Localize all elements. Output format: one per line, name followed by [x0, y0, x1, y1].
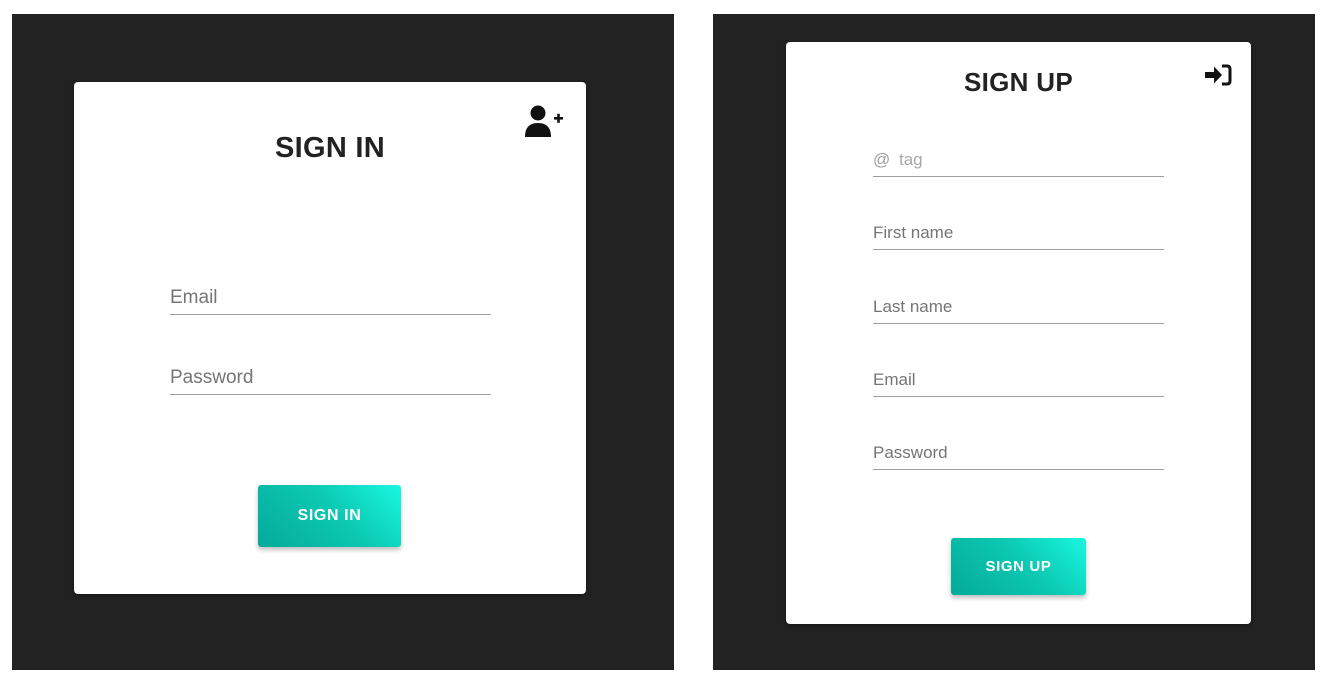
signin-button[interactable]: SIGN IN	[258, 485, 401, 547]
signup-card: SIGN UP @ SIGN UP	[786, 42, 1251, 624]
signup-email-field	[873, 366, 1164, 397]
password-input[interactable]	[170, 364, 491, 392]
signup-password-field	[873, 439, 1164, 470]
tag-input[interactable]	[873, 146, 1164, 174]
signup-last-name-field	[873, 293, 1164, 324]
signin-password-field	[170, 364, 491, 395]
signup-button[interactable]: SIGN UP	[951, 538, 1086, 595]
signup-tag-field: @	[873, 146, 1164, 177]
first-name-input[interactable]	[873, 219, 1164, 247]
signup-panel: SIGN UP @ SIGN UP	[713, 14, 1315, 670]
signup-title: SIGN UP	[963, 67, 1073, 97]
signin-panel: SIGN IN SIGN IN	[12, 14, 674, 670]
signin-card: SIGN IN SIGN IN	[74, 82, 586, 594]
password-input[interactable]	[873, 439, 1164, 467]
signup-first-name-field	[873, 219, 1164, 250]
email-input[interactable]	[873, 366, 1164, 394]
email-input[interactable]	[170, 284, 491, 312]
last-name-input[interactable]	[873, 293, 1164, 321]
signin-email-field	[170, 284, 491, 315]
signin-title: SIGN IN	[274, 132, 386, 164]
at-prefix: @	[873, 150, 891, 169]
